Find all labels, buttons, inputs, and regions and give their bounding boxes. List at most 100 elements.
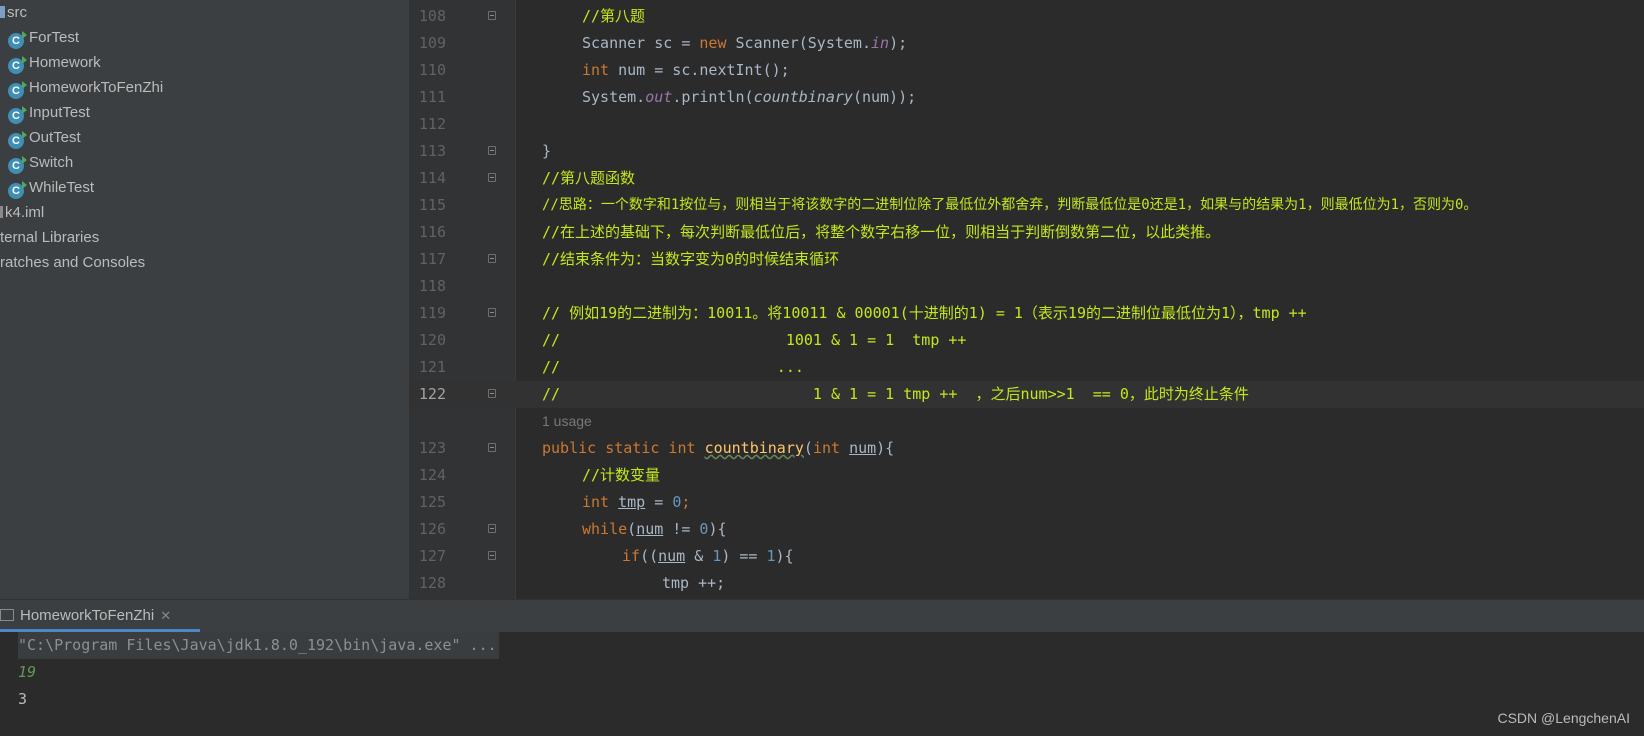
code-line: 113 }: [410, 138, 1644, 165]
line-number: 110: [418, 61, 446, 79]
line-number: 118: [418, 277, 446, 295]
java-class-icon: C: [8, 81, 27, 99]
code-text: Scanner sc = new Scanner(System.in);: [582, 34, 908, 52]
project-tree-panel: src C ForTest C Homework C HomeworkToFenZhi…: [0, 0, 410, 599]
fold-marker-icon[interactable]: [488, 11, 496, 20]
tree-item-iml[interactable]: k4.iml: [0, 200, 44, 225]
fold-marker-icon[interactable]: [488, 308, 496, 317]
line-number: 116: [418, 223, 446, 241]
tree-item-label: HomeworkToFenZhi: [29, 79, 164, 96]
line-number: 115: [418, 196, 446, 214]
code-line: 124 //计数变量: [410, 462, 1644, 489]
tree-item-label: k4.iml: [5, 204, 45, 221]
code-comment: // 例如19的二进制为：10011。将10011 & 00001(十进制的1)…: [542, 304, 1307, 322]
file-icon: [0, 206, 3, 218]
fold-marker-icon[interactable]: [488, 254, 496, 263]
line-number: 124: [418, 466, 446, 484]
code-text: int tmp = 0;: [582, 493, 691, 511]
code-line: 108 //第八题: [410, 3, 1644, 30]
code-comment: // ...: [542, 358, 804, 376]
line-number: 127: [418, 547, 446, 565]
tree-item-label: ForTest: [29, 29, 80, 46]
console-command-line: "C:\Program Files\Java\jdk1.8.0_192\bin\…: [18, 632, 499, 659]
usage-hint[interactable]: 1 usage: [542, 408, 592, 435]
folder-icon: [0, 6, 5, 18]
code-line-current: 122 // 1 & 1 = 1 tmp ++ ，之后num>>1 == 0，此…: [410, 381, 1644, 408]
code-line: 121 // ...: [410, 354, 1644, 381]
java-class-icon: C: [8, 156, 27, 174]
line-number: 113: [418, 142, 446, 160]
code-line: 119 // 例如19的二进制为：10011。将10011 & 00001(十进…: [410, 300, 1644, 327]
code-text: int num = sc.nextInt();: [582, 61, 790, 79]
line-number: 114: [418, 169, 446, 187]
code-text: if((num & 1) == 1){: [622, 547, 794, 565]
line-number: 112: [418, 115, 446, 133]
code-line: 114 //第八题函数: [410, 165, 1644, 192]
fold-marker-icon[interactable]: [488, 551, 496, 560]
tree-item-label: WhileTest: [29, 179, 95, 196]
code-line: 125 int tmp = 0;: [410, 489, 1644, 516]
code-line: 120 // 1001 & 1 = 1 tmp ++: [410, 327, 1644, 354]
tree-item-class[interactable]: C WhileTest: [8, 175, 94, 200]
fold-marker-icon[interactable]: [488, 173, 496, 182]
tree-item-class[interactable]: C Homework: [8, 50, 101, 75]
code-line: 111 System.out.println(countbinary(num))…: [410, 84, 1644, 111]
java-class-icon: C: [8, 131, 27, 149]
code-line: 112: [410, 111, 1644, 138]
tree-folder-label: src: [7, 4, 27, 21]
code-comment: // 1 & 1 = 1 tmp ++ ，之后num>>1 == 0，此时为终止…: [542, 385, 1249, 403]
line-number: 111: [418, 88, 446, 106]
code-text: System.out.println(countbinary(num));: [582, 88, 917, 106]
console-output[interactable]: "C:\Program Files\Java\jdk1.8.0_192\bin\…: [0, 632, 1644, 736]
line-number: 121: [418, 358, 446, 376]
tree-item-scratches[interactable]: ratches and Consoles: [0, 250, 145, 275]
code-text: //第八题: [582, 7, 646, 25]
tree-item-label: Homework: [29, 54, 101, 71]
tree-item-label: OutTest: [29, 129, 81, 146]
run-config-icon: [0, 609, 14, 621]
run-tab-bar: HomeworkToFenZhi ✕: [0, 600, 1644, 632]
java-class-icon: C: [8, 181, 27, 199]
fold-marker-icon[interactable]: [488, 389, 496, 398]
tree-item-class[interactable]: C InputTest: [8, 100, 90, 125]
code-editor[interactable]: 108 //第八题 109 Scanner sc = new Scanner(S…: [410, 0, 1644, 599]
code-line: 110 int num = sc.nextInt();: [410, 57, 1644, 84]
close-icon[interactable]: ✕: [160, 608, 171, 623]
code-line: 118: [410, 273, 1644, 300]
java-class-icon: C: [8, 31, 27, 49]
fold-marker-icon[interactable]: [488, 443, 496, 452]
fold-marker-icon[interactable]: [488, 146, 496, 155]
console-program-output: 3: [18, 690, 28, 708]
tree-item-class[interactable]: C Switch: [8, 150, 73, 175]
code-comment: //第八题函数: [542, 169, 636, 187]
tree-item-label: Switch: [29, 154, 74, 171]
code-line: 116 //在上述的基础下，每次判断最低位后，将整个数字右移一位，则相当于判断倒…: [410, 219, 1644, 246]
tree-item-class[interactable]: C HomeworkToFenZhi: [8, 75, 163, 100]
code-line: 117 //结束条件为：当数字变为0的时候结束循环: [410, 246, 1644, 273]
line-number: 108: [418, 7, 446, 25]
code-line: 128 tmp ++;: [410, 570, 1644, 597]
run-tab[interactable]: HomeworkToFenZhi ✕: [0, 600, 200, 632]
tree-item-label: InputTest: [29, 104, 90, 121]
watermark: CSDN @LengchenAI: [1497, 710, 1630, 726]
fold-marker-icon[interactable]: [488, 524, 496, 533]
line-number: 109: [418, 34, 446, 52]
line-number: 122: [418, 385, 446, 403]
code-comment: //计数变量: [582, 466, 661, 484]
code-line: 109 Scanner sc = new Scanner(System.in);: [410, 30, 1644, 57]
java-class-icon: C: [8, 56, 27, 74]
line-number: 125: [418, 493, 446, 511]
code-line: 127 if((num & 1) == 1){: [410, 543, 1644, 570]
tree-item-external-libraries[interactable]: ternal Libraries: [0, 225, 99, 250]
java-class-icon: C: [8, 106, 27, 124]
code-comment: //在上述的基础下，每次判断最低位后，将整个数字右移一位，则相当于判断倒数第二位…: [542, 223, 1221, 241]
code-comment: // 1001 & 1 = 1 tmp ++: [542, 331, 967, 349]
line-number: 117: [418, 250, 446, 268]
tree-folder-src[interactable]: src: [0, 0, 27, 25]
console-user-input: 19: [18, 663, 37, 681]
code-comment: //思路：一个数字和1按位与，则相当于将该数字的二进制位除了最低位外都舍弃，判断…: [542, 197, 1478, 213]
code-comment: //结束条件为：当数字变为0的时候结束循环: [542, 250, 840, 268]
tree-item-class[interactable]: C OutTest: [8, 125, 81, 150]
code-text: public static int countbinary(int num){: [542, 439, 895, 457]
tree-item-class[interactable]: C ForTest: [8, 25, 79, 50]
